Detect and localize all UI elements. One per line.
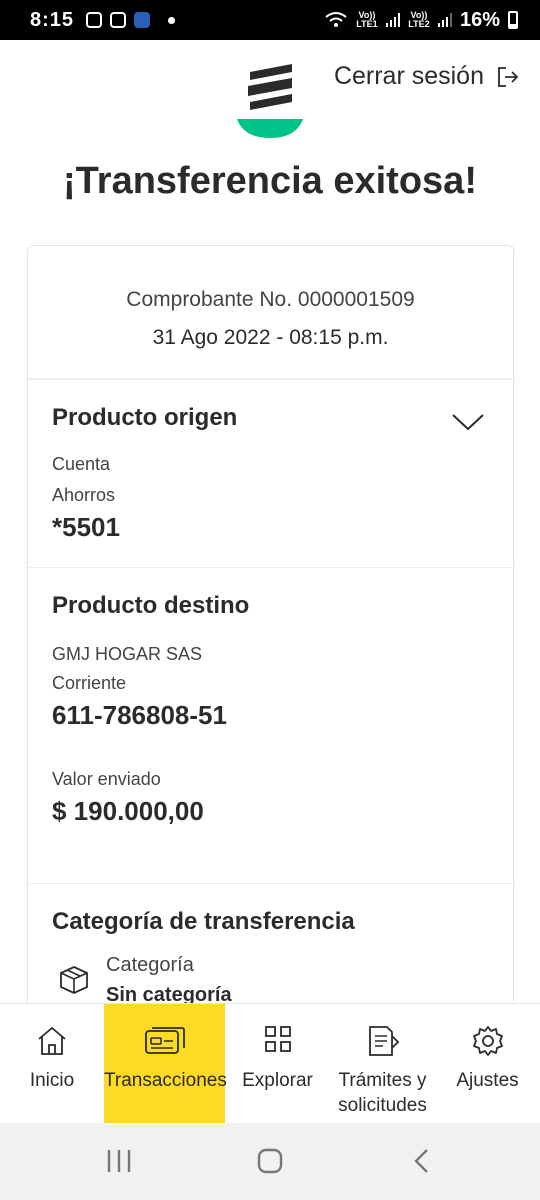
instagram-icon (86, 12, 103, 28)
receipt-datetime: 31 Ago 2022 - 08:15 p.m. (152, 326, 389, 349)
origin-product-section: Producto origen Cuenta Ahorros *5501 (28, 380, 513, 568)
amount-label: Valor enviado (52, 769, 161, 789)
signal-2-label: Vo)) LTE2 (408, 10, 430, 29)
gear-icon (472, 1026, 503, 1056)
signal-2-icon (437, 13, 452, 27)
app-notification-icon (134, 12, 151, 28)
logout-label: Cerrar sesión (333, 62, 484, 90)
bottom-navigation: Inicio Transacciones Explorar Trámites y… (0, 1003, 540, 1123)
receipt-number: Comprobante No. 0000001509 (126, 288, 415, 311)
amount-value: $ 190.000,00 (52, 796, 204, 826)
wifi-icon (325, 12, 347, 27)
origin-account-subtype: Ahorros (52, 485, 116, 505)
nav-label-tramites: Trámites y solicitudes (330, 1068, 435, 1118)
nav-label-transacciones: Transacciones (104, 1070, 227, 1091)
home-button-icon[interactable] (256, 1147, 284, 1175)
nav-item-ajustes[interactable]: Ajustes (435, 1004, 540, 1123)
status-bar: 8:15 Vo)) LTE1 Vo)) LTE2 16% (0, 0, 540, 40)
page-title: ¡Transferencia exitosa! (63, 160, 477, 202)
category-heading: Categoría de transferencia (52, 908, 355, 935)
logout-button[interactable]: Cerrar sesión (334, 62, 520, 91)
gallery-icon (110, 12, 127, 28)
more-notifications-icon (168, 16, 176, 24)
nav-item-tramites[interactable]: Trámites y solicitudes (330, 1004, 435, 1123)
transfer-receipt-card: Comprobante No. 0000001509 31 Ago 2022 -… (27, 245, 514, 1025)
status-time: 8:15 (30, 8, 75, 31)
nav-label-ajustes: Ajustes (456, 1070, 519, 1091)
nav-label-inicio: Inicio (29, 1070, 75, 1091)
nav-item-inicio[interactable]: Inicio (0, 1004, 104, 1123)
recent-apps-icon[interactable] (106, 1147, 132, 1175)
receipt-header: Comprobante No. 0000001509 31 Ago 2022 -… (28, 246, 513, 380)
nav-item-explorar[interactable]: Explorar (225, 1004, 330, 1123)
origin-account-type: Cuenta (52, 454, 111, 474)
nav-label-tramites-line1: Trámites y (338, 1070, 427, 1091)
nav-item-transacciones[interactable]: Transacciones (104, 1004, 227, 1123)
grid-icon (264, 1026, 291, 1052)
battery-icon (508, 11, 518, 29)
signal-1-icon (385, 13, 400, 27)
card-icon (144, 1027, 185, 1054)
back-icon[interactable] (410, 1147, 434, 1175)
chevron-down-icon[interactable] (451, 412, 485, 432)
origin-account-number: *5501 (52, 512, 120, 542)
bank-logo (237, 64, 303, 138)
origin-heading: Producto origen (52, 404, 238, 431)
signal-1-label: Vo)) LTE1 (356, 10, 378, 29)
destination-product-section: Producto destino GMJ HOGAR SAS Corriente… (28, 568, 513, 884)
box-icon (60, 966, 88, 994)
notification-icons (86, 12, 176, 28)
destination-holder: GMJ HOGAR SAS (52, 644, 203, 664)
document-icon (368, 1026, 399, 1056)
battery-percent: 16% (459, 8, 500, 31)
logout-icon (498, 66, 519, 87)
system-navigation-bar (0, 1123, 540, 1200)
destination-account-number: 611-786808-51 (52, 700, 227, 730)
destination-account-type: Corriente (52, 673, 127, 693)
nav-label-tramites-line2: solicitudes (338, 1095, 427, 1116)
home-icon (38, 1026, 66, 1055)
category-label: Categoría (106, 954, 194, 976)
destination-heading: Producto destino (52, 592, 250, 619)
nav-label-explorar: Explorar (242, 1070, 313, 1091)
status-right: Vo)) LTE1 Vo)) LTE2 16% (324, 9, 518, 32)
